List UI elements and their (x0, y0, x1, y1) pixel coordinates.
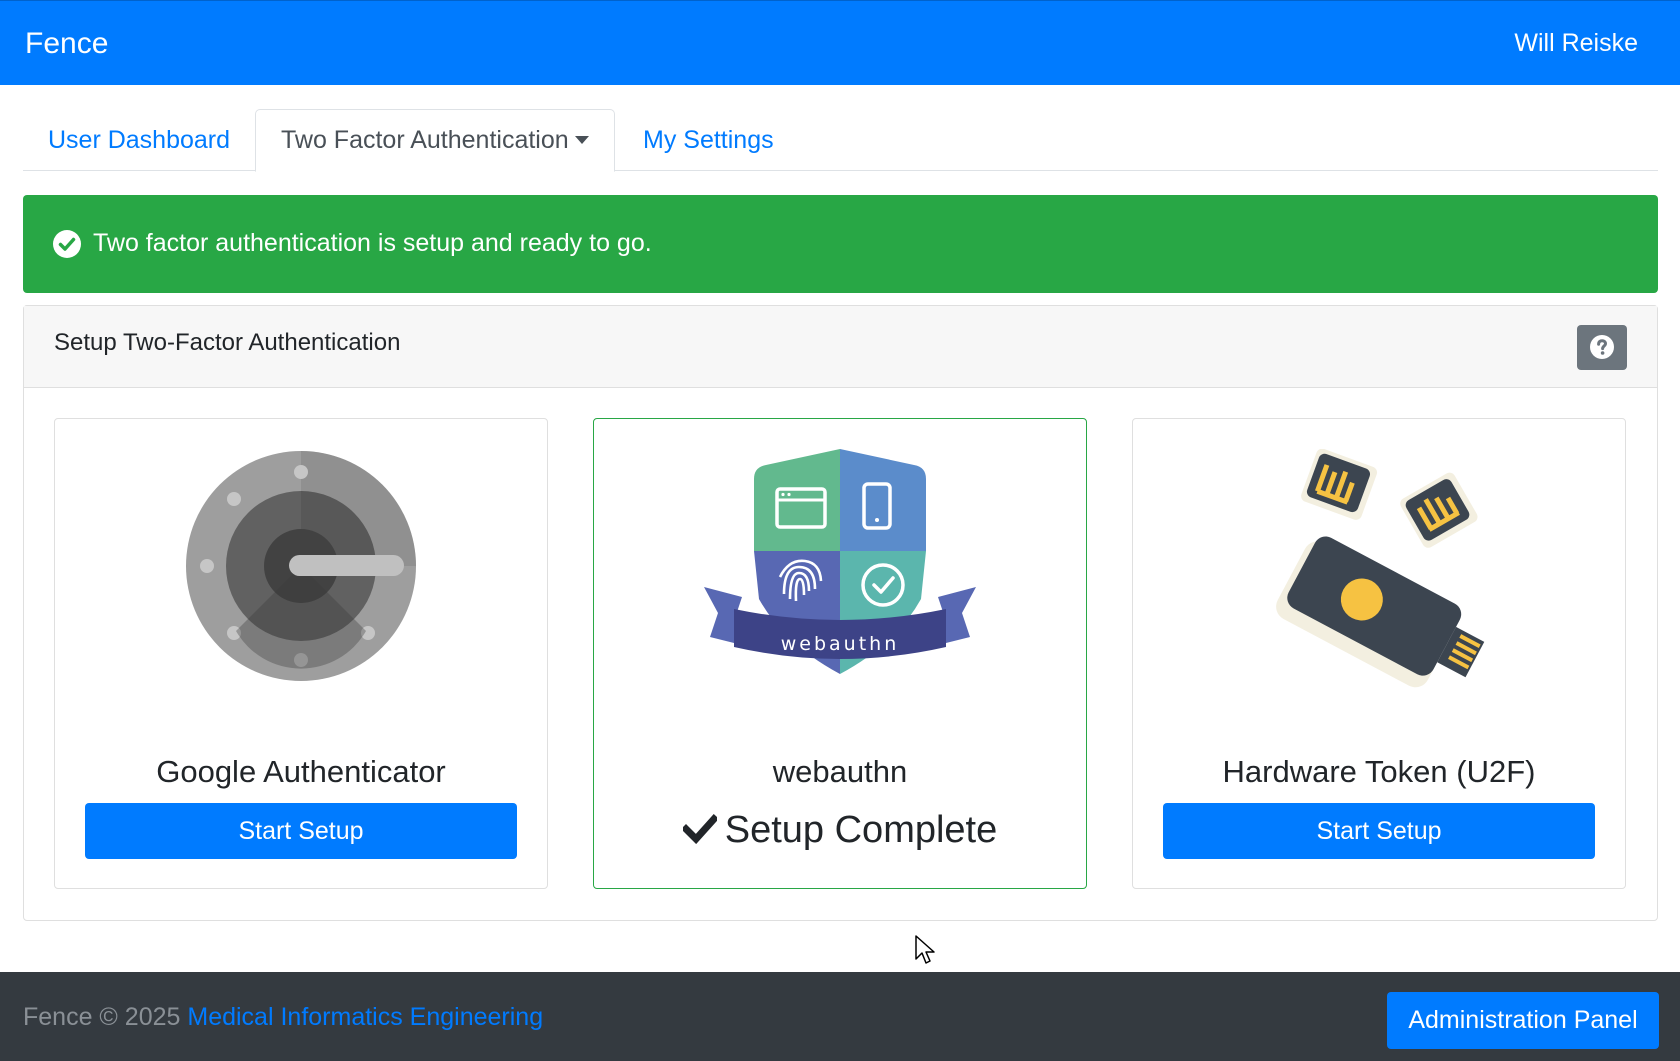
tab-user-dashboard[interactable]: User Dashboard (23, 109, 255, 171)
start-setup-google-button[interactable]: Start Setup (85, 803, 517, 859)
google-authenticator-icon (186, 451, 416, 681)
success-alert: Two factor authentication is setup and r… (23, 195, 1658, 293)
top-navbar: Fence Will Reiske (0, 0, 1680, 85)
tab-label: User Dashboard (48, 126, 231, 154)
start-setup-u2f-button[interactable]: Start Setup (1163, 803, 1595, 859)
tab-label: Two Factor Authentication (281, 126, 569, 154)
webauthn-icon: webauthn (704, 449, 976, 674)
footer-link[interactable]: Medical Informatics Engineering (187, 1003, 543, 1031)
setup-complete-status: Setup Complete (594, 809, 1086, 852)
tab-two-factor-authentication[interactable]: Two Factor Authentication (255, 109, 615, 172)
alert-message: Two factor authentication is setup and r… (93, 229, 652, 257)
check-icon (680, 814, 719, 845)
caret-down-icon (574, 135, 589, 144)
administration-panel-button[interactable]: Administration Panel (1387, 992, 1659, 1049)
option-webauthn: webauthn webauthn Setup Complete (593, 418, 1087, 889)
option-title: webauthn (772, 754, 908, 789)
hardware-token-icon (1276, 449, 1485, 688)
tab-label: My Settings (643, 126, 774, 154)
footer: Fence © 2025 Medical Informatics Enginee… (0, 972, 1680, 1061)
copyright-text: Fence © 2025 (23, 1003, 181, 1031)
option-title: Hardware Token (U2F) (1222, 754, 1536, 789)
question-circle-icon (1590, 335, 1614, 359)
mouse-cursor-icon (915, 935, 935, 964)
tab-my-settings[interactable]: My Settings (618, 109, 799, 171)
card-title: Setup Two-Factor Authentication (54, 329, 401, 356)
brand-logo[interactable]: Fence (25, 27, 108, 61)
setup-complete-label: Setup Complete (724, 809, 998, 851)
option-google-authenticator: Google Authenticator Start Setup (54, 418, 548, 889)
check-circle-icon (53, 230, 81, 258)
help-button[interactable] (1577, 325, 1627, 370)
card-header: Setup Two-Factor Authentication (24, 306, 1657, 388)
webauthn-badge-text: webauthn (781, 633, 900, 655)
footer-copyright: Fence © 2025 Medical Informatics Enginee… (23, 1003, 543, 1032)
option-title: Google Authenticator (156, 754, 446, 789)
user-menu[interactable]: Will Reiske (1514, 29, 1638, 58)
tab-bar: User Dashboard Two Factor Authentication… (23, 109, 1658, 172)
setup-2fa-card: Setup Two-Factor Authentication Google A… (23, 305, 1658, 921)
option-hardware-token: Hardware Token (U2F) Start Setup (1132, 418, 1626, 889)
